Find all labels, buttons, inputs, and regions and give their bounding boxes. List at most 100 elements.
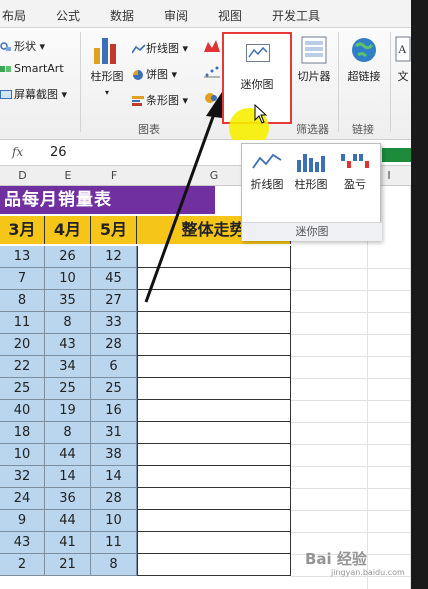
bar-chart-button[interactable]: 条形图 ▾ bbox=[132, 92, 188, 108]
trend-cell[interactable] bbox=[137, 466, 291, 488]
data-cell[interactable]: 28 bbox=[91, 334, 137, 356]
column-header-d[interactable]: D bbox=[0, 169, 45, 182]
data-cell[interactable]: 33 bbox=[91, 312, 137, 334]
filter-group-label: 筛选器 bbox=[296, 123, 329, 136]
data-cell[interactable]: 25 bbox=[45, 378, 91, 400]
smartart-button[interactable]: SmartArt bbox=[0, 62, 64, 75]
data-cell[interactable]: 25 bbox=[0, 378, 45, 400]
trend-cell[interactable] bbox=[137, 356, 291, 378]
formula-value[interactable]: 26 bbox=[50, 145, 67, 160]
data-cell[interactable]: 6 bbox=[91, 356, 137, 378]
trend-cell[interactable] bbox=[137, 334, 291, 356]
column-header-e[interactable]: E bbox=[45, 169, 91, 182]
sparkline-column-option[interactable]: 柱形图 bbox=[290, 150, 332, 192]
hyperlink-button[interactable]: 超链接 bbox=[342, 36, 386, 84]
area-chart-button[interactable] bbox=[204, 40, 220, 55]
smartart-icon bbox=[0, 64, 12, 74]
data-cell[interactable]: 45 bbox=[91, 268, 137, 290]
tab-view[interactable]: 视图 bbox=[218, 7, 242, 24]
tab-developer[interactable]: 开发工具 bbox=[272, 7, 320, 24]
data-cell[interactable]: 31 bbox=[91, 422, 137, 444]
trend-cell[interactable] bbox=[137, 268, 291, 290]
data-cell[interactable]: 44 bbox=[45, 510, 91, 532]
trend-cell[interactable] bbox=[137, 532, 291, 554]
trend-cell[interactable] bbox=[137, 312, 291, 334]
trend-cell[interactable] bbox=[137, 400, 291, 422]
data-cell[interactable]: 8 bbox=[91, 554, 137, 576]
data-cell[interactable]: 21 bbox=[45, 554, 91, 576]
header-cell-march[interactable]: 3月 bbox=[0, 216, 45, 244]
pie-chart-button[interactable]: 饼图 ▾ bbox=[132, 66, 177, 82]
data-cell[interactable]: 40 bbox=[0, 400, 45, 422]
data-cell[interactable]: 11 bbox=[91, 532, 137, 554]
data-cell[interactable]: 8 bbox=[45, 422, 91, 444]
line-chart-button[interactable]: 折线图 ▾ bbox=[131, 40, 188, 56]
sparkline-winloss-option[interactable]: 盈亏 bbox=[334, 150, 376, 192]
data-cell[interactable]: 19 bbox=[45, 400, 91, 422]
shapes-button[interactable]: 形状 ▾ bbox=[0, 38, 45, 54]
window-edge bbox=[411, 0, 428, 589]
data-cell[interactable]: 14 bbox=[45, 466, 91, 488]
header-cell-april[interactable]: 4月 bbox=[45, 216, 91, 244]
data-cell[interactable]: 34 bbox=[45, 356, 91, 378]
ribbon-separator bbox=[390, 32, 391, 132]
trend-cell[interactable] bbox=[137, 378, 291, 400]
data-cell[interactable]: 10 bbox=[45, 268, 91, 290]
trend-cell[interactable] bbox=[137, 510, 291, 532]
column-header-f[interactable]: F bbox=[91, 169, 137, 182]
trend-cell[interactable] bbox=[137, 246, 291, 268]
data-cell[interactable]: 8 bbox=[0, 290, 45, 312]
trend-cell[interactable] bbox=[137, 444, 291, 466]
sparkline-label: 迷你图 bbox=[240, 78, 274, 91]
trend-cell[interactable] bbox=[137, 554, 291, 576]
link-group-label: 链接 bbox=[352, 123, 374, 136]
data-cell[interactable]: 20 bbox=[0, 334, 45, 356]
sheet-title-cell[interactable]: 品每月销量表 bbox=[0, 186, 215, 214]
data-cell[interactable]: 13 bbox=[0, 246, 45, 268]
tab-data[interactable]: 数据 bbox=[110, 7, 134, 24]
data-cell[interactable]: 44 bbox=[45, 444, 91, 466]
gridline bbox=[291, 510, 411, 511]
tab-review[interactable]: 审阅 bbox=[164, 7, 188, 24]
trend-cell[interactable] bbox=[137, 422, 291, 444]
data-cell[interactable]: 18 bbox=[0, 422, 45, 444]
data-cell[interactable]: 43 bbox=[45, 334, 91, 356]
data-cell[interactable]: 2 bbox=[0, 554, 45, 576]
data-cell[interactable]: 7 bbox=[0, 268, 45, 290]
text-button[interactable]: A 文 bbox=[394, 36, 412, 84]
data-cell[interactable]: 22 bbox=[0, 356, 45, 378]
screenshot-button[interactable]: 屏幕截图 ▾ bbox=[0, 86, 67, 102]
data-cell[interactable]: 28 bbox=[91, 488, 137, 510]
data-cell[interactable]: 8 bbox=[45, 312, 91, 334]
data-cell[interactable]: 10 bbox=[91, 510, 137, 532]
other-charts-button[interactable] bbox=[204, 92, 220, 107]
trend-cell[interactable] bbox=[137, 488, 291, 510]
data-cell[interactable]: 38 bbox=[91, 444, 137, 466]
slicer-button[interactable]: 切片器 bbox=[294, 36, 334, 84]
data-cell[interactable]: 24 bbox=[0, 488, 45, 510]
tab-formulas[interactable]: 公式 bbox=[56, 7, 80, 24]
data-cell[interactable]: 41 bbox=[45, 532, 91, 554]
data-cell[interactable]: 32 bbox=[0, 466, 45, 488]
scatter-chart-button[interactable] bbox=[204, 66, 220, 81]
data-cell[interactable]: 25 bbox=[91, 378, 137, 400]
data-cell[interactable]: 27 bbox=[91, 290, 137, 312]
data-cell[interactable]: 14 bbox=[91, 466, 137, 488]
gridline bbox=[291, 268, 411, 269]
data-cell[interactable]: 9 bbox=[0, 510, 45, 532]
trend-cell[interactable] bbox=[137, 290, 291, 312]
column-chart-button[interactable]: 柱形图 ▾ bbox=[86, 34, 128, 97]
data-cell[interactable]: 16 bbox=[91, 400, 137, 422]
fx-icon[interactable]: fx bbox=[12, 145, 23, 159]
data-cell[interactable]: 12 bbox=[91, 246, 137, 268]
column-chart-icon bbox=[94, 38, 116, 64]
data-cell[interactable]: 26 bbox=[45, 246, 91, 268]
data-cell[interactable]: 35 bbox=[45, 290, 91, 312]
data-cell[interactable]: 10 bbox=[0, 444, 45, 466]
data-cell[interactable]: 36 bbox=[45, 488, 91, 510]
header-cell-may[interactable]: 5月 bbox=[91, 216, 137, 244]
data-cell[interactable]: 11 bbox=[0, 312, 45, 334]
tab-layout[interactable]: 布局 bbox=[2, 7, 26, 24]
data-cell[interactable]: 43 bbox=[0, 532, 45, 554]
sparkline-line-option[interactable]: 折线图 bbox=[246, 150, 288, 192]
